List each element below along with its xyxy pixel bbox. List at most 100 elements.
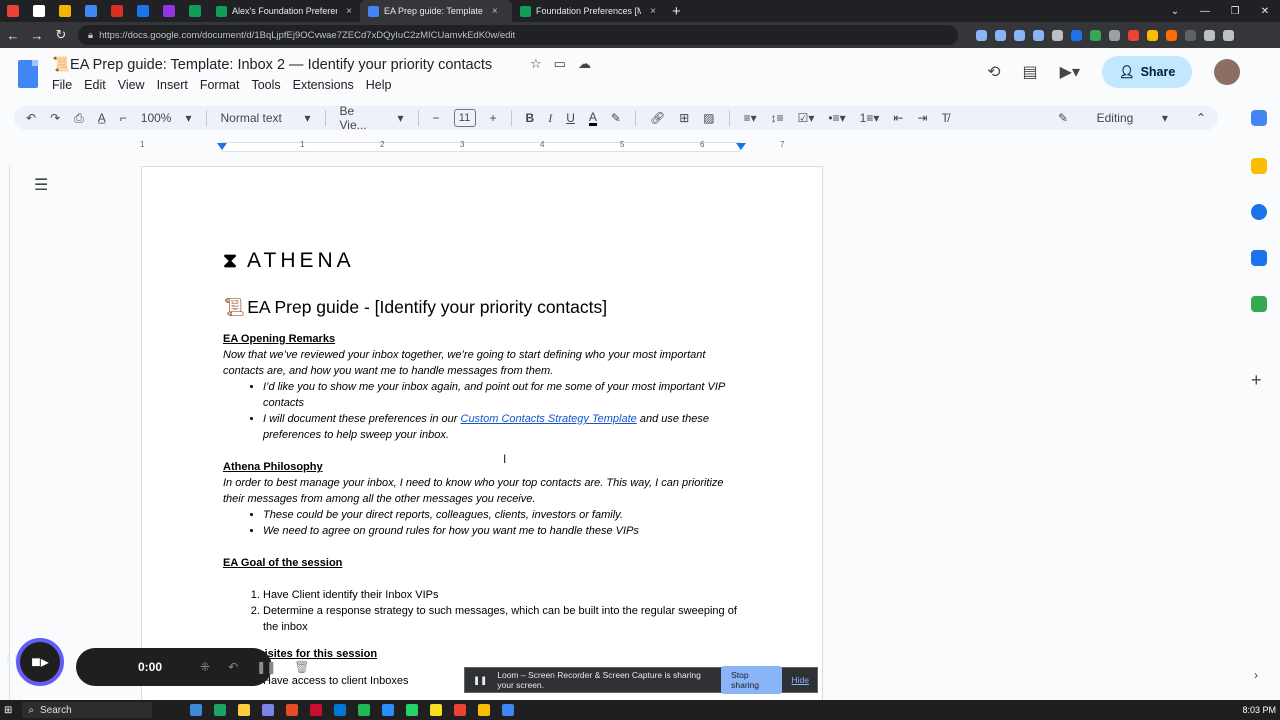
taskbar-app-icon[interactable]	[238, 704, 251, 716]
camera-bubble[interactable]: ■▸	[16, 638, 64, 686]
comments-icon[interactable]: ▤	[1023, 62, 1038, 82]
bulleted-list-icon[interactable]: •≡▾	[828, 111, 845, 125]
taskbar-app-icon[interactable]	[478, 704, 491, 716]
calendar-icon[interactable]	[1251, 110, 1267, 126]
redo-icon[interactable]: ↷	[50, 111, 60, 125]
right-indent-marker[interactable]	[736, 143, 746, 150]
horizontal-ruler[interactable]: 1 1 2 3 4 5 6 7	[140, 140, 822, 154]
document-outline-icon[interactable]: ☰	[34, 175, 48, 195]
pause-icon[interactable]: ❚❚	[256, 660, 276, 674]
vertical-ruler[interactable]	[0, 165, 10, 705]
menu-insert[interactable]: Insert	[157, 78, 188, 92]
print-icon[interactable]: ⎙	[74, 111, 84, 126]
menu-file[interactable]: File	[52, 78, 72, 92]
add-comment-icon[interactable]: ⊞	[679, 111, 689, 125]
underline-icon[interactable]: U	[566, 111, 575, 125]
reload-icon[interactable]: ↻	[54, 27, 68, 43]
paint-format-icon[interactable]: ⌐	[120, 111, 127, 125]
taskbar-app-icon[interactable]	[454, 704, 467, 716]
extension-icon[interactable]	[1090, 29, 1101, 41]
line-spacing-icon[interactable]: ↕≡	[771, 111, 784, 125]
extension-icon[interactable]	[1014, 29, 1025, 41]
meet-icon[interactable]: ▶▾	[1060, 62, 1080, 82]
custom-contacts-template-link[interactable]: Custom Contacts Strategy Template	[461, 413, 637, 425]
tasks-icon[interactable]	[1251, 204, 1267, 220]
numbered-list-icon[interactable]: 1≡▾	[860, 111, 880, 125]
extension-icon[interactable]	[1052, 29, 1063, 41]
pinned-tab[interactable]	[52, 0, 78, 22]
taskbar-app-icon[interactable]	[430, 704, 443, 716]
taskbar-app-icon[interactable]	[406, 704, 419, 716]
extension-icon[interactable]	[1109, 29, 1120, 41]
extension-icon[interactable]	[1166, 29, 1177, 41]
tab-search-icon[interactable]: ⌄	[1160, 6, 1190, 17]
taskbar-app-icon[interactable]	[502, 704, 515, 716]
clear-formatting-icon[interactable]: T̸	[941, 111, 948, 125]
link-icon[interactable]: 🔗︎	[650, 111, 665, 125]
editing-mode-select[interactable]: ✎ Editing ▾	[1058, 111, 1168, 125]
menu-tools[interactable]: Tools	[251, 78, 280, 92]
taskbar-app-icon[interactable]	[358, 704, 371, 716]
decrease-indent-icon[interactable]: ⇤	[893, 111, 903, 125]
pinned-tab[interactable]	[104, 0, 130, 22]
share-button[interactable]: 👤︎ Share	[1102, 56, 1192, 88]
new-tab-button[interactable]: +	[672, 3, 681, 20]
close-tab-icon[interactable]: ×	[650, 6, 656, 17]
extension-icon[interactable]	[976, 29, 987, 41]
stop-sharing-button[interactable]: Stop sharing	[721, 666, 782, 694]
zoom-select[interactable]: 100% ▾	[141, 111, 192, 125]
font-select[interactable]: Be Vie... ▾	[340, 104, 404, 132]
maps-icon[interactable]	[1251, 296, 1267, 312]
browser-tab[interactable]: Foundation Preferences [MASTE ×	[512, 0, 664, 22]
document-page[interactable]: ⧗ ATHENA 📜︎ EA Prep guide - [Identify yo…	[141, 166, 823, 706]
decrease-font-icon[interactable]: −	[433, 111, 440, 125]
hide-banner-link[interactable]: Hide	[792, 675, 809, 685]
text-color-icon[interactable]: A	[588, 111, 597, 126]
document-title[interactable]: 📜EA Prep guide: Template: Inbox 2 — Iden…	[52, 56, 492, 73]
pinned-tab[interactable]	[26, 0, 52, 22]
highlight-icon[interactable]: ✎	[611, 111, 621, 125]
keep-icon[interactable]	[1251, 158, 1267, 174]
taskbar-app-icon[interactable]	[286, 704, 299, 716]
forward-icon[interactable]: →	[30, 28, 44, 43]
maximize-icon[interactable]: ❐	[1220, 6, 1250, 17]
extension-icon[interactable]	[1223, 29, 1234, 41]
left-indent-marker[interactable]	[217, 143, 227, 150]
close-tab-icon[interactable]: ×	[346, 6, 352, 17]
restart-icon[interactable]: ↶	[228, 660, 238, 674]
docs-logo-icon[interactable]	[18, 60, 38, 88]
menu-edit[interactable]: Edit	[84, 78, 106, 92]
version-history-icon[interactable]: ⟲	[987, 62, 1000, 82]
extension-icon[interactable]	[1204, 29, 1215, 41]
menu-view[interactable]: View	[118, 78, 145, 92]
close-window-icon[interactable]: ✕	[1250, 6, 1280, 17]
star-icon[interactable]: ☆	[530, 56, 542, 72]
menu-format[interactable]: Format	[200, 78, 240, 92]
extension-icon[interactable]	[995, 29, 1006, 41]
taskbar-app-icon[interactable]	[190, 704, 203, 716]
bold-icon[interactable]: B	[526, 111, 535, 125]
pinned-tab[interactable]	[78, 0, 104, 22]
minimize-icon[interactable]: —	[1190, 6, 1220, 17]
spellcheck-icon[interactable]: A̲	[98, 111, 106, 125]
taskbar-app-icon[interactable]	[214, 704, 227, 716]
move-folder-icon[interactable]: ▭	[554, 56, 566, 72]
pinned-tab[interactable]	[182, 0, 208, 22]
extension-icon[interactable]	[1033, 29, 1044, 41]
windows-start-icon[interactable]: ⊞	[4, 705, 12, 716]
collapse-toolbar-icon[interactable]: ⌃	[1196, 111, 1206, 125]
extension-icon[interactable]	[1185, 29, 1196, 41]
taskbar-app-icon[interactable]	[310, 704, 323, 716]
add-addon-icon[interactable]: +	[1251, 370, 1262, 391]
increase-indent-icon[interactable]: ⇥	[917, 111, 927, 125]
menu-extensions[interactable]: Extensions	[293, 78, 354, 92]
cloud-status-icon[interactable]: ☁	[578, 56, 591, 72]
delete-icon[interactable]: 🗑︎	[294, 660, 309, 674]
style-select[interactable]: Normal text ▾	[221, 111, 311, 125]
undo-icon[interactable]: ↶	[26, 111, 36, 125]
extension-icon[interactable]	[1128, 29, 1139, 41]
expand-panel-icon[interactable]: ›	[1254, 668, 1258, 682]
browser-tab[interactable]: EA Prep guide: Template ×	[360, 0, 512, 22]
document-body[interactable]: ⧗ ATHENA 📜︎ EA Prep guide - [Identify yo…	[223, 247, 743, 689]
italic-icon[interactable]: I	[548, 111, 552, 126]
